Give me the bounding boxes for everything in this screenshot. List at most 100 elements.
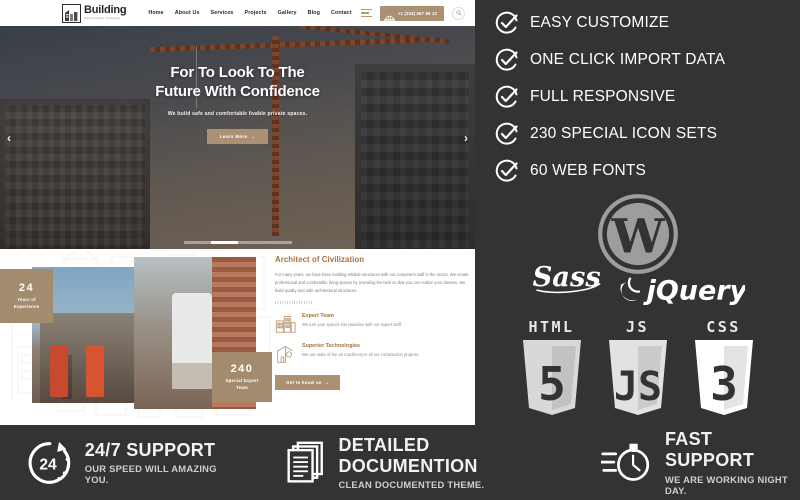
feature-label: ONE CLICK IMPORT DATA: [530, 50, 726, 68]
documents-icon: [287, 441, 324, 483]
feature-heading: Expert Team: [302, 312, 334, 319]
tech-shields: HTML 5 JS JS CSS 3: [475, 318, 800, 416]
feature-item-easy-customize: EASY CUSTOMIZE: [495, 4, 785, 41]
footer-item-support: 24 24/7 SUPPORT OUR SPEED WILL AMAZING Y…: [26, 437, 230, 489]
features-panel: EASY CUSTOMIZE ONE CLICK IMPORT DATA FUL…: [475, 0, 800, 425]
stat-team-label-line1: Special Expert: [225, 377, 259, 383]
shield-label: HTML: [528, 318, 575, 336]
stat-team-label-line2: Team: [236, 384, 248, 390]
hero-title: For To Look To The Future With Confidenc…: [0, 64, 475, 102]
footer-item-documentation: DETAILED DOCUMENTION CLEAN DOCUMENTED TH…: [285, 435, 555, 490]
nav-item-home[interactable]: Home: [148, 10, 163, 16]
logo-text: Building Construction Company: [84, 4, 127, 21]
arrow-right-icon: →: [324, 379, 330, 385]
stopwatch-icon: [600, 443, 649, 481]
about-feature-expert-team: Expert Team We turn your spaces into par…: [275, 313, 471, 334]
feature-label: 60 WEB FONTS: [530, 161, 647, 179]
stat-years-number: 24: [18, 281, 35, 294]
24-clock-icon: 24: [28, 441, 71, 484]
feature-item-web-fonts: 60 WEB FONTS: [495, 152, 785, 189]
stat-years-experience: 24 Years of Experience: [0, 269, 53, 323]
search-icon[interactable]: [452, 6, 465, 20]
phone-number: +1 (234) 567 89 10: [397, 10, 437, 16]
slider-dot[interactable]: [183, 240, 211, 244]
hero-button-label: Learn More: [219, 133, 248, 139]
footer-subtext: WE ARE WORKING NIGHT DAY.: [665, 473, 788, 496]
shield-label: JS: [625, 318, 650, 336]
shield-html5: HTML 5: [521, 318, 583, 416]
svg-text:3: 3: [710, 357, 738, 411]
slider-next-button[interactable]: ›: [464, 132, 468, 144]
svg-text:5: 5: [538, 357, 566, 411]
jquery-logo: jQuery: [620, 275, 745, 306]
shield-label: CSS: [706, 318, 741, 336]
svg-text:jQuery: jQuery: [643, 275, 745, 306]
sass-logo: Sass: [533, 261, 601, 294]
feature-item-one-click-import: ONE CLICK IMPORT DATA: [495, 41, 785, 78]
stat-years-label-line1: Years of: [17, 296, 36, 302]
about-feature-superior-technologies: Superior Technologies We use state of th…: [275, 343, 471, 364]
slider-dot-active[interactable]: [210, 240, 238, 244]
nav-item-about[interactable]: About Us: [175, 10, 200, 16]
nav-item-projects[interactable]: Projects: [245, 10, 267, 16]
html5-shield-icon: 5: [522, 340, 581, 415]
hero-title-line-2: Future With Confidence: [155, 82, 320, 100]
building-icon: [275, 315, 296, 333]
crane-icon: [277, 345, 293, 363]
feature-label: FULL RESPONSIVE: [530, 87, 676, 105]
stat-years-label: Years of Experience: [14, 297, 39, 310]
slider-prev-button[interactable]: ‹: [7, 132, 11, 144]
header-actions: +1 (234) 567 89 10: [360, 5, 465, 21]
divider: [275, 300, 313, 304]
footer-heading: 24/7 SUPPORT: [84, 439, 216, 460]
check-circle-icon: [495, 159, 518, 182]
hero-learn-more-button[interactable]: Learn More →: [206, 128, 269, 144]
technology-logos: W Sass jQuery HTML 5 JS JS CSS 3: [475, 190, 800, 425]
footer-heading: DETAILED DOCUMENTION: [338, 434, 478, 476]
main-nav: Home About Us Services Projects Gallery …: [148, 10, 351, 16]
feature-text: We use state of the art machinery in all…: [302, 351, 420, 357]
footer-item-fast-support: FAST SUPPORT WE ARE WORKING NIGHT DAY.: [600, 429, 800, 496]
slider-dot[interactable]: [264, 240, 292, 244]
stat-team-label: Special Expert Team: [225, 378, 258, 391]
website-preview: Building Construction Company Home About…: [0, 0, 475, 425]
hamburger-icon[interactable]: [360, 9, 372, 17]
about-heading: Architect of Civilization: [275, 255, 365, 264]
logo-name: Building: [84, 4, 127, 17]
feature-heading: Superior Technologies: [302, 342, 361, 349]
footer-subtext: CLEAN DOCUMENTED THEME.: [338, 479, 485, 491]
feature-text: We turn your spaces into paradise with o…: [302, 321, 402, 327]
logo-tagline: Construction Company: [84, 16, 121, 21]
feature-label: EASY CUSTOMIZE: [530, 13, 670, 31]
about-button-label: Get to know us: [286, 379, 322, 385]
svg-text:W: W: [610, 209, 665, 264]
slider-pagination[interactable]: [183, 240, 292, 244]
helmet-icon: [383, 9, 395, 21]
javascript-shield-icon: JS: [608, 340, 667, 415]
feature-item-icon-sets: 230 SPECIAL ICON SETS: [495, 115, 785, 152]
svg-text:JS: JS: [613, 364, 661, 410]
footer-heading: FAST SUPPORT: [665, 429, 755, 470]
check-circle-icon: [495, 85, 518, 108]
footer-subtext: OUR SPEED WILL AMAZING YOU.: [84, 463, 217, 486]
site-logo[interactable]: Building Construction Company: [62, 3, 127, 23]
about-section: 24 Years of Experience 240 Special Exper…: [0, 249, 475, 425]
nav-item-contact[interactable]: Contact: [331, 10, 352, 16]
check-circle-icon: [495, 48, 518, 71]
phone-button[interactable]: +1 (234) 567 89 10: [379, 5, 444, 21]
feature-label: 230 SPECIAL ICON SETS: [530, 124, 718, 142]
hero-content: For To Look To The Future With Confidenc…: [0, 64, 475, 144]
wordpress-logo: W: [597, 194, 678, 274]
get-to-know-us-button[interactable]: Get to know us →: [275, 374, 341, 390]
nav-item-blog[interactable]: Blog: [308, 10, 320, 16]
building-logo-icon: [62, 3, 81, 23]
hero-subtitle: We build safe and comfortable livable pr…: [167, 110, 308, 117]
site-header: Building Construction Company Home About…: [0, 0, 475, 26]
stat-years-label-line2: Experience: [13, 303, 40, 309]
slider-dot[interactable]: [237, 240, 265, 244]
stat-expert-team: 240 Special Expert Team: [212, 352, 272, 402]
nav-item-services[interactable]: Services: [211, 10, 234, 16]
feature-item-full-responsive: FULL RESPONSIVE: [495, 78, 785, 115]
nav-item-gallery[interactable]: Gallery: [278, 10, 297, 16]
about-text-column: Architect of Civilization For many years…: [275, 255, 471, 390]
